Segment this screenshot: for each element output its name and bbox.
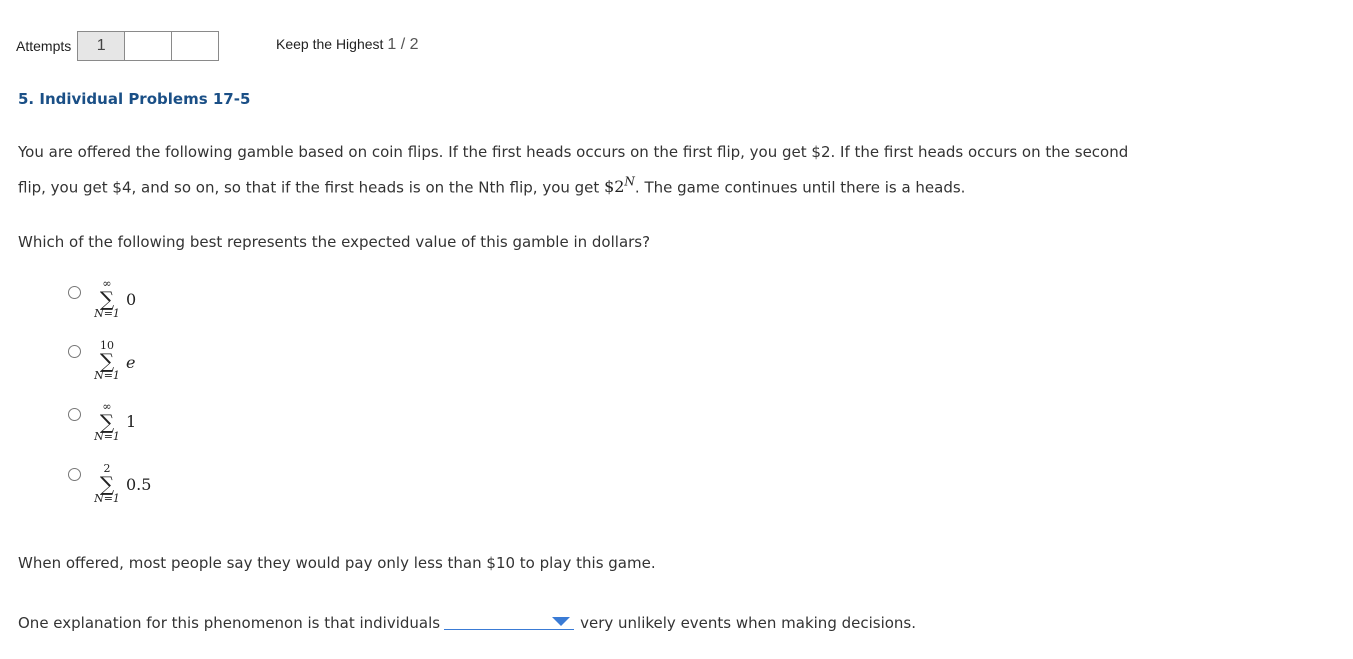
radio-button-1[interactable]: [68, 286, 81, 299]
summand-3: 1: [126, 412, 137, 431]
summand-1: 0: [126, 290, 137, 309]
sigma-notation-4: 2 ∑ N=1: [92, 463, 122, 505]
explanation-after: very unlikely events when making decisio…: [580, 614, 917, 632]
payout-exponent: N: [624, 175, 635, 189]
attempt-box-3: [171, 31, 220, 61]
summand-4: 0.5: [126, 475, 152, 494]
sigma-lower-3: N=1: [94, 430, 120, 443]
payout-formula: $2N: [604, 175, 635, 197]
summand-2: e: [126, 353, 136, 372]
statement-text: When offered, most people say they would…: [18, 554, 656, 572]
sigma-symbol-1: ∑: [99, 287, 115, 311]
question-text: Which of the following best represents t…: [18, 233, 651, 251]
sigma-symbol-3: ∑: [99, 410, 115, 434]
explanation-sentence: One explanation for this phenomenon is t…: [18, 608, 916, 638]
sigma-symbol-4: ∑: [99, 472, 115, 496]
explanation-before: One explanation for this phenomenon is t…: [18, 614, 441, 632]
problem-title: 5. Individual Problems 17-5: [18, 90, 251, 108]
sigma-lower-4: N=1: [94, 492, 120, 505]
attempt-box-1: 1: [77, 31, 126, 61]
keep-highest-score: Keep the Highest 1 / 2: [276, 36, 419, 54]
payout-base: $2: [604, 177, 625, 197]
score-value: 1 / 2: [387, 36, 419, 53]
sigma-lower-1: N=1: [94, 307, 120, 320]
problem-intro: You are offered the following gamble bas…: [18, 137, 1128, 202]
sigma-lower-2: N=1: [94, 369, 120, 382]
sigma-notation-1: ∞ ∑ N=1: [92, 278, 122, 320]
intro-line-2-before: flip, you get $4, and so on, so that if …: [18, 178, 605, 197]
keep-highest-label: Keep the Highest: [276, 36, 384, 52]
attempt-box-2: [124, 31, 173, 61]
attempts-bar: Attempts 1: [16, 30, 220, 62]
intro-line-2-after: . The game continues until there is a he…: [634, 178, 966, 197]
radio-button-2[interactable]: [68, 345, 81, 358]
radio-button-3[interactable]: [68, 408, 81, 421]
sigma-notation-2: 10 ∑ N=1: [92, 340, 122, 382]
sigma-symbol-2: ∑: [99, 349, 115, 373]
intro-line-2: flip, you get $4, and so on, so that if …: [18, 167, 1128, 202]
explanation-dropdown[interactable]: [444, 609, 575, 630]
attempts-label: Attempts: [16, 38, 72, 54]
radio-button-4[interactable]: [68, 468, 81, 481]
chevron-down-icon[interactable]: [552, 617, 571, 626]
intro-line-1: You are offered the following gamble bas…: [18, 143, 1129, 161]
sigma-notation-3: ∞ ∑ N=1: [92, 401, 122, 443]
